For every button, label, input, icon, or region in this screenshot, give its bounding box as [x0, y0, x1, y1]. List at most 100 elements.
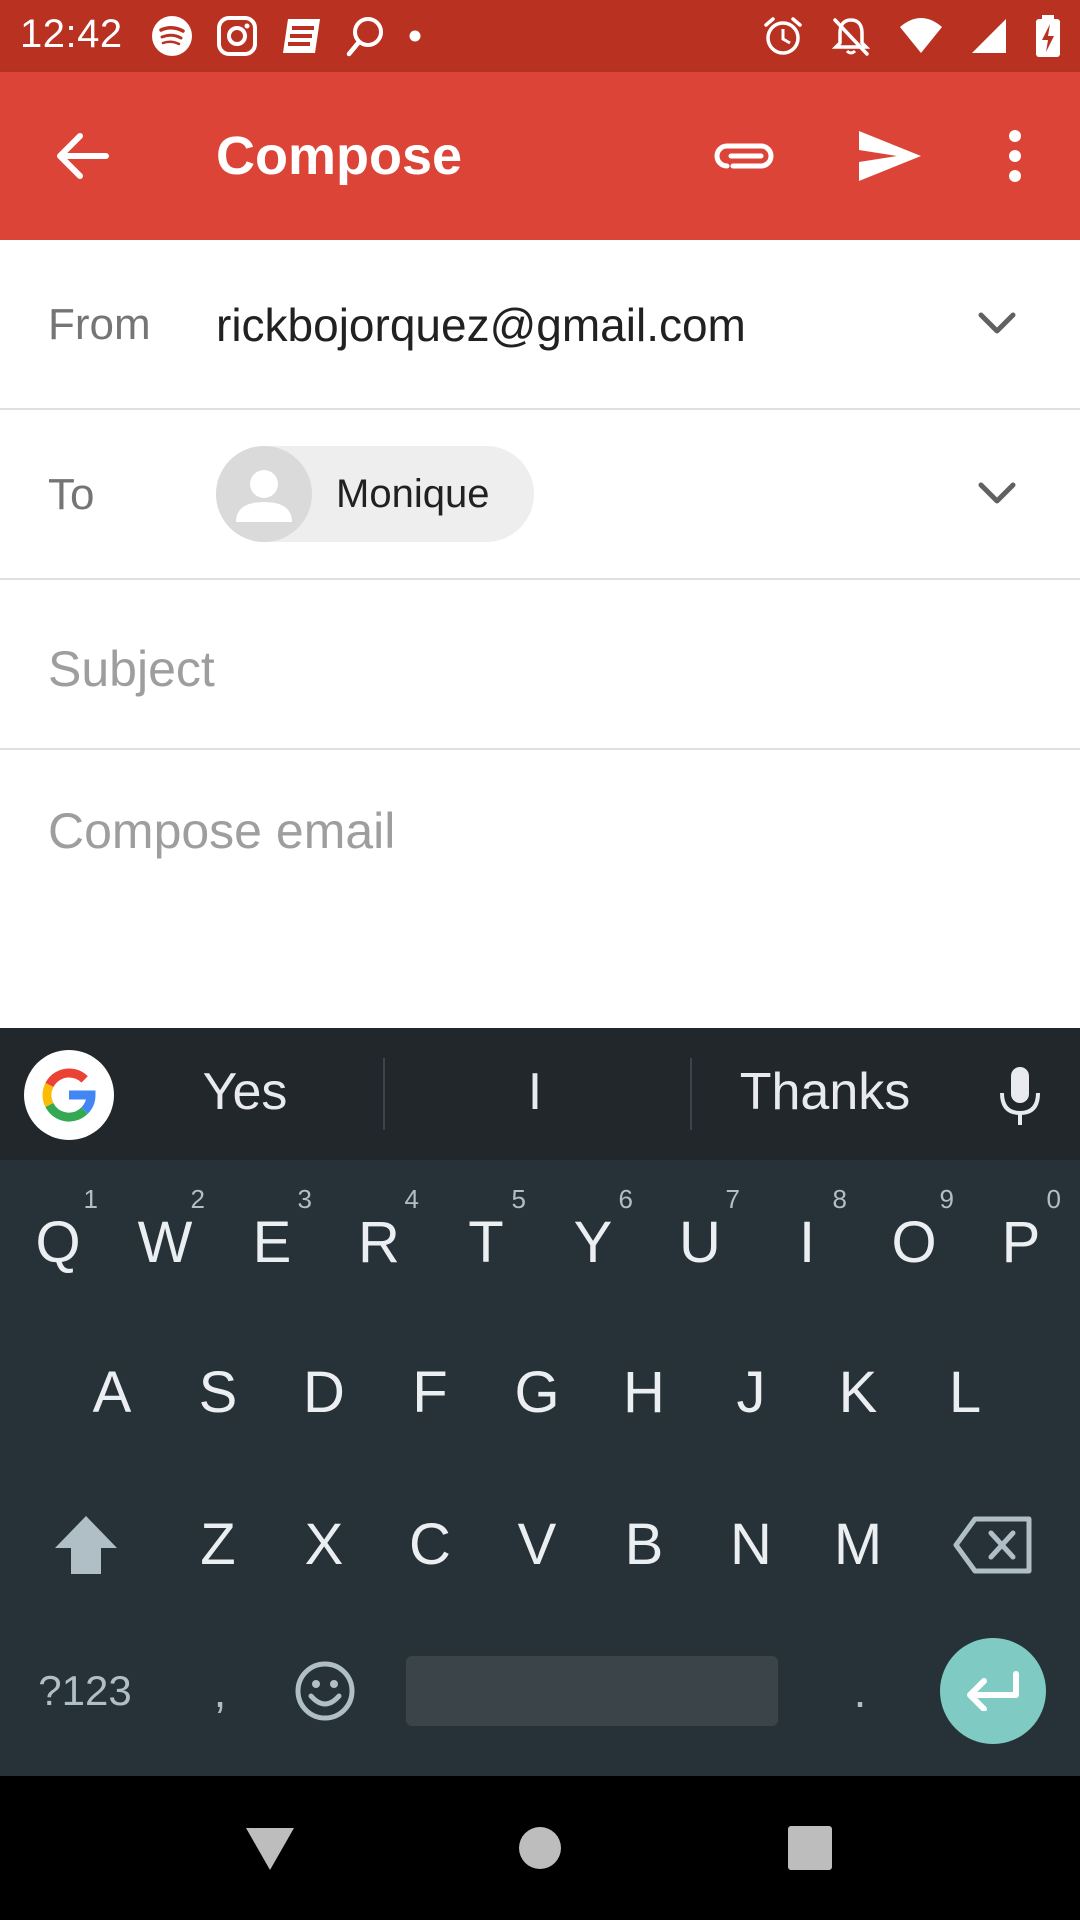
keyboard: Yes I Thanks Q1 W2 E3 R4 T5 Y6 U7 I8 O9 … — [0, 1028, 1080, 1776]
symbols-key[interactable]: ?123 — [20, 1626, 150, 1756]
key-s[interactable]: S — [168, 1328, 268, 1458]
key-o-label: O — [891, 1210, 937, 1275]
chevron-down-icon — [978, 312, 1016, 334]
key-y[interactable]: Y6 — [543, 1178, 643, 1308]
to-dropdown-button[interactable] — [970, 466, 1024, 520]
key-c[interactable]: C — [380, 1480, 480, 1610]
page-title: Compose — [216, 126, 463, 186]
avatar — [216, 446, 312, 542]
key-x[interactable]: X — [274, 1480, 374, 1610]
key-w-hint: 2 — [190, 1184, 205, 1214]
suggestion-divider — [690, 1058, 692, 1130]
key-g[interactable]: G — [487, 1328, 587, 1458]
key-o[interactable]: O9 — [864, 1178, 964, 1308]
key-u-hint: 7 — [725, 1184, 740, 1214]
from-row: From rickbojorquez@gmail.com — [0, 240, 1080, 410]
dot-icon — [408, 15, 422, 57]
news-icon — [280, 15, 322, 57]
to-label: To — [48, 470, 95, 519]
shift-icon — [55, 1516, 117, 1574]
app-bar: Compose — [0, 72, 1080, 240]
to-row: To Monique — [0, 410, 1080, 580]
key-t-label: T — [468, 1210, 504, 1275]
from-label: From — [48, 300, 151, 349]
search-app-icon — [344, 15, 386, 57]
nav-recents-icon — [788, 1826, 832, 1870]
send-icon — [859, 131, 921, 181]
status-right-icons — [736, 14, 1062, 58]
status-time: 12:42 — [20, 12, 123, 56]
status-bar: 12:42 — [0, 0, 1080, 72]
key-a[interactable]: A — [62, 1328, 162, 1458]
battery-charging-icon — [1034, 14, 1062, 58]
key-p-label: P — [1001, 1210, 1041, 1275]
voice-input-button[interactable] — [990, 1062, 1050, 1132]
suggestion-1[interactable]: Yes — [130, 1062, 360, 1122]
key-i-hint: 8 — [832, 1184, 847, 1214]
key-o-hint: 9 — [939, 1184, 954, 1214]
send-button[interactable] — [850, 122, 930, 190]
suggestion-3[interactable]: Thanks — [700, 1062, 950, 1122]
suggestion-bar: Yes I Thanks — [0, 1028, 1080, 1160]
body-placeholder: Compose email — [48, 803, 396, 859]
key-w[interactable]: W2 — [115, 1178, 215, 1308]
shift-key[interactable] — [40, 1480, 132, 1610]
key-h[interactable]: H — [594, 1328, 694, 1458]
microphone-icon — [1000, 1067, 1040, 1125]
key-q[interactable]: Q1 — [8, 1178, 108, 1308]
nav-home-icon — [519, 1827, 561, 1869]
key-p[interactable]: P0 — [971, 1178, 1071, 1308]
key-i-label: I — [798, 1210, 816, 1275]
compose-body-field[interactable]: Compose email — [0, 750, 1080, 1028]
person-icon — [236, 470, 292, 522]
nav-back-button[interactable] — [238, 1816, 302, 1880]
back-button[interactable] — [50, 124, 114, 188]
arrow-back-icon — [57, 133, 109, 179]
suggestion-2[interactable]: I — [400, 1062, 670, 1122]
subject-field[interactable]: Subject — [0, 580, 1080, 750]
nav-back-icon — [246, 1828, 294, 1870]
status-left-icons — [150, 14, 444, 58]
recipient-chip[interactable]: Monique — [216, 446, 534, 542]
key-d[interactable]: D — [274, 1328, 374, 1458]
key-m[interactable]: M — [808, 1480, 908, 1610]
key-r[interactable]: R4 — [329, 1178, 429, 1308]
key-l[interactable]: L — [915, 1328, 1015, 1458]
emoji-key[interactable] — [285, 1626, 365, 1756]
key-n[interactable]: N — [701, 1480, 801, 1610]
emoji-icon — [295, 1661, 355, 1721]
key-k[interactable]: K — [808, 1328, 908, 1458]
nav-recents-button[interactable] — [778, 1816, 842, 1880]
enter-key[interactable] — [940, 1638, 1046, 1744]
instagram-icon — [216, 15, 258, 57]
key-q-hint: 1 — [83, 1184, 98, 1214]
key-t-hint: 5 — [511, 1184, 526, 1214]
key-i[interactable]: I8 — [757, 1178, 857, 1308]
key-v[interactable]: V — [487, 1480, 587, 1610]
google-g-icon — [42, 1068, 96, 1122]
alarm-icon — [762, 15, 804, 57]
period-key[interactable]: . — [820, 1626, 900, 1756]
key-f[interactable]: F — [380, 1328, 480, 1458]
key-y-hint: 6 — [618, 1184, 633, 1214]
from-dropdown-button[interactable] — [970, 296, 1024, 350]
google-button[interactable] — [24, 1050, 114, 1140]
spotify-icon — [150, 14, 194, 58]
attach-button[interactable] — [704, 124, 784, 188]
key-j[interactable]: J — [701, 1328, 801, 1458]
more-options-button[interactable] — [985, 122, 1045, 190]
from-value[interactable]: rickbojorquez@gmail.com — [216, 298, 746, 352]
key-q-label: Q — [35, 1210, 81, 1275]
key-e[interactable]: E3 — [222, 1178, 322, 1308]
key-z[interactable]: Z — [168, 1480, 268, 1610]
key-u[interactable]: U7 — [650, 1178, 750, 1308]
space-key[interactable] — [406, 1656, 778, 1726]
backspace-icon — [953, 1516, 1032, 1574]
backspace-key[interactable] — [948, 1480, 1038, 1610]
key-b[interactable]: B — [594, 1480, 694, 1610]
signal-icon — [970, 15, 1008, 57]
more-vert-icon — [1009, 130, 1021, 182]
comma-key[interactable]: , — [180, 1626, 260, 1756]
nav-home-button[interactable] — [508, 1816, 572, 1880]
key-t[interactable]: T5 — [436, 1178, 536, 1308]
